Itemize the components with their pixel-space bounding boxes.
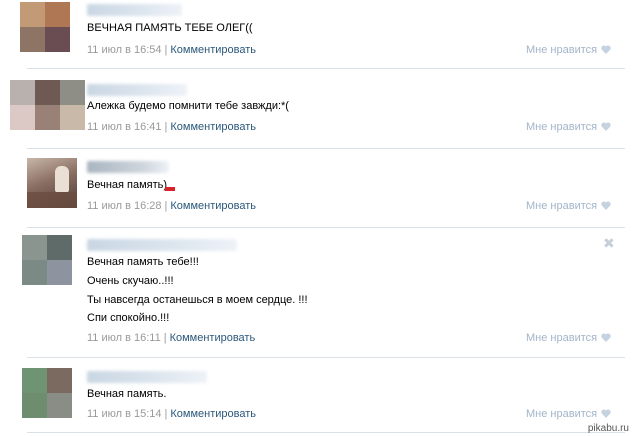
divider <box>27 227 625 228</box>
comment-text: ВЕЧНАЯ ПАМЯТЬ ТЕБЕ ОЛЕГ(( <box>87 22 253 34</box>
comment-date[interactable]: 11 июл в 16:11 <box>87 332 161 344</box>
comment-meta: 11 июл в 16:41 | Комментировать <box>87 121 257 133</box>
author-name-blurred[interactable] <box>87 84 187 96</box>
heart-icon <box>601 45 611 54</box>
comment-text: Вечная память. <box>87 388 167 400</box>
divider <box>27 68 625 69</box>
comment-text: Ты навсегда останешься в моем сердце. !!… <box>87 294 308 306</box>
comment-meta: 11 июл в 16:11 | Комментировать <box>87 332 256 344</box>
like-button[interactable]: Мне нравится <box>526 408 611 420</box>
reply-link[interactable]: Комментировать <box>170 200 256 212</box>
reply-link[interactable]: Комментировать <box>170 44 256 56</box>
heart-icon <box>601 333 611 342</box>
comment-text: Алежка будемо помнити тебе завжди:*( <box>87 100 289 112</box>
author-name-blurred[interactable] <box>87 161 169 173</box>
reply-link[interactable]: Комментировать <box>170 121 256 133</box>
avatar[interactable] <box>22 368 72 418</box>
like-button[interactable]: Мне нравится <box>526 200 611 212</box>
author-name-blurred[interactable] <box>87 371 207 383</box>
comment-meta: 11 июл в 15:14 | Комментировать <box>87 408 257 420</box>
avatar[interactable] <box>22 235 72 285</box>
author-name-blurred[interactable] <box>87 4 182 16</box>
heart-icon <box>601 122 611 131</box>
close-icon[interactable]: ✖ <box>603 235 615 252</box>
divider <box>27 148 625 149</box>
like-button[interactable]: Мне нравится <box>526 121 611 133</box>
avatar[interactable] <box>27 158 77 208</box>
heart-icon <box>601 201 611 210</box>
watermark: pikabu.ru <box>587 423 629 434</box>
comment-meta: 11 июл в 16:54 | Комментировать <box>87 44 257 56</box>
divider <box>27 432 625 433</box>
comment-meta: 11 июл в 16:28 | Комментировать <box>87 200 257 212</box>
like-button[interactable]: Мне нравится <box>526 332 611 344</box>
comment-text: Очень скучаю..!!! <box>87 275 174 287</box>
avatar[interactable] <box>20 2 70 52</box>
divider <box>27 357 625 358</box>
heart-icon <box>601 409 611 418</box>
like-button[interactable]: Мне нравится <box>526 44 611 56</box>
author-name-blurred[interactable] <box>87 239 237 251</box>
reply-link[interactable]: Комментировать <box>170 332 256 344</box>
comment-date[interactable]: 11 июл в 16:41 <box>87 121 162 133</box>
avatar[interactable] <box>10 80 85 130</box>
comment-date[interactable]: 11 июл в 16:54 <box>87 44 162 56</box>
comment-date[interactable]: 11 июл в 15:14 <box>87 408 162 420</box>
comment-text: Вечная память тебе!!! <box>87 256 199 268</box>
reply-link[interactable]: Комментировать <box>170 408 256 420</box>
red-mark <box>165 187 176 191</box>
comment-text: Спи спокойно.!!! <box>87 312 170 324</box>
comment-date[interactable]: 11 июл в 16:28 <box>87 200 162 212</box>
comment-text: Вечная память) <box>87 176 176 195</box>
